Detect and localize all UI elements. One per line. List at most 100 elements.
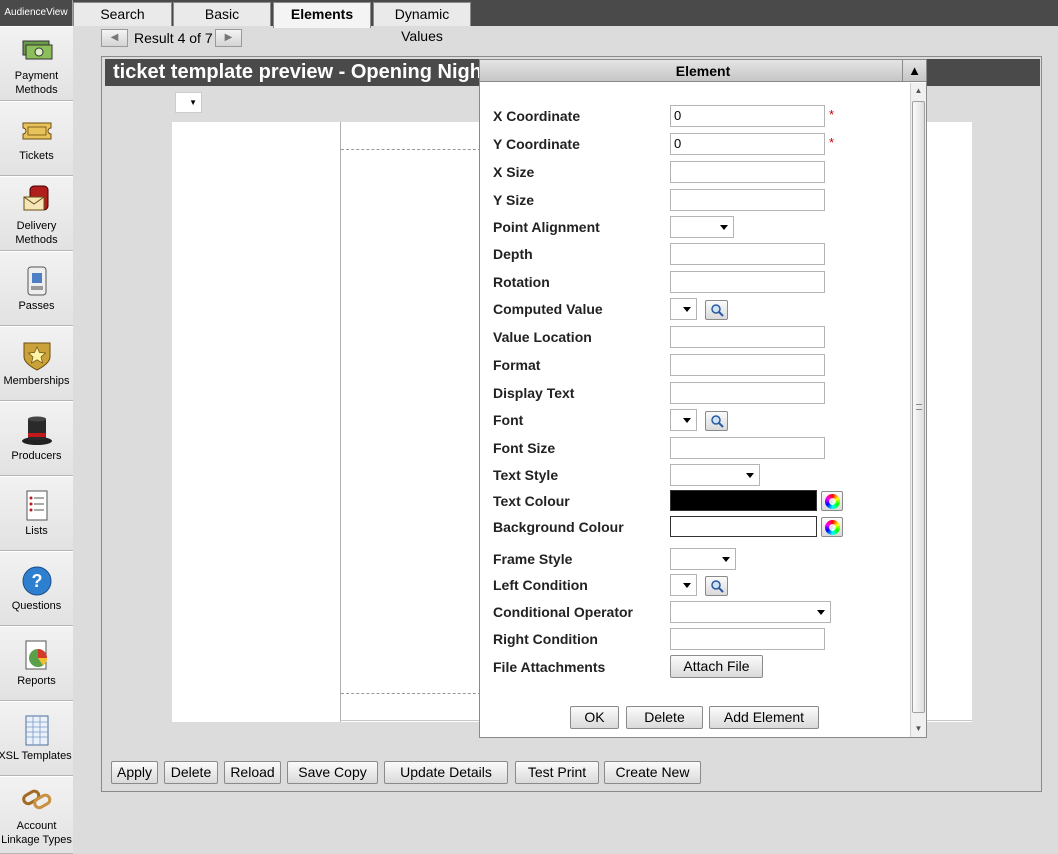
update-details-button[interactable]: Update Details	[384, 761, 508, 784]
ticket-icon	[0, 114, 73, 148]
sidebar: AudienceView Payment Methods Tickets Del…	[0, 0, 73, 854]
collapse-dialog-button[interactable]: ▲	[902, 60, 926, 82]
tab-dynamic-values[interactable]: Dynamic Values	[373, 2, 471, 44]
font-lookup-button[interactable]	[705, 411, 728, 431]
depth-label: Depth	[493, 246, 533, 262]
text-colour-swatch[interactable]	[670, 490, 817, 511]
text-colour-label: Text Colour	[493, 493, 570, 509]
conditional-operator-select[interactable]	[670, 601, 831, 623]
depth-input[interactable]	[670, 243, 825, 265]
top-hat-icon	[0, 414, 73, 448]
color-wheel-icon	[825, 520, 840, 535]
left-condition-select[interactable]	[670, 574, 697, 596]
format-label: Format	[493, 357, 541, 373]
left-condition-lookup-button[interactable]	[705, 576, 728, 596]
x-coordinate-label: X Coordinate	[493, 108, 581, 124]
y-size-label: Y Size	[493, 192, 534, 208]
add-element-button[interactable]: Add Element	[709, 706, 819, 729]
ticket-guide-line	[341, 693, 481, 694]
rotation-input[interactable]	[670, 271, 825, 293]
test-print-button[interactable]: Test Print	[515, 761, 599, 784]
scroll-down-arrow-icon[interactable]: ▼	[911, 721, 926, 737]
sidebar-item-reports[interactable]: Reports	[0, 626, 73, 701]
preview-select[interactable]: ▼	[175, 92, 202, 113]
x-coordinate-input[interactable]: 0	[670, 105, 825, 127]
attach-file-button[interactable]: Attach File	[670, 655, 763, 678]
computed-value-select[interactable]	[670, 298, 697, 320]
sidebar-item-label: Tickets	[19, 150, 54, 162]
sidebar-item-label: Lists	[25, 525, 48, 537]
y-size-input[interactable]	[670, 189, 825, 211]
value-location-input[interactable]	[670, 326, 825, 348]
next-result-button[interactable]: ▶	[215, 29, 242, 47]
delete-element-button[interactable]: Delete	[626, 706, 703, 729]
sidebar-item-passes[interactable]: Passes	[0, 251, 73, 326]
sidebar-item-label: Delivery Methods	[15, 220, 58, 246]
apply-button[interactable]: Apply	[111, 761, 158, 784]
sidebar-item-label: Account Linkage Types	[1, 820, 72, 846]
money-icon	[0, 33, 73, 67]
sidebar-item-xsl-templates[interactable]: XSL Templates	[0, 701, 73, 776]
tab-elements[interactable]: Elements	[273, 2, 371, 28]
reload-button[interactable]: Reload	[224, 761, 281, 784]
previous-result-button[interactable]: ◀	[101, 29, 128, 47]
rotation-label: Rotation	[493, 274, 550, 290]
sidebar-item-memberships[interactable]: Memberships	[0, 326, 73, 401]
font-select[interactable]	[670, 409, 697, 431]
sidebar-item-label: Passes	[18, 300, 55, 312]
dialog-scrollbar[interactable]: ▲ ▼	[910, 83, 926, 737]
tab-basic[interactable]: Basic	[173, 2, 271, 26]
font-size-input[interactable]	[670, 437, 825, 459]
sidebar-item-tickets[interactable]: Tickets	[0, 101, 73, 176]
point-alignment-label: Point Alignment	[493, 219, 600, 235]
chevron-down-icon	[683, 583, 691, 588]
sidebar-item-questions[interactable]: ? Questions	[0, 551, 73, 626]
background-colour-picker-button[interactable]	[821, 517, 843, 537]
search-icon	[711, 415, 724, 428]
format-input[interactable]	[670, 354, 825, 376]
font-label: Font	[493, 412, 524, 428]
sidebar-item-label: Reports	[17, 675, 56, 687]
tab-search[interactable]: Search	[73, 2, 172, 26]
chevron-down-icon	[683, 307, 691, 312]
text-style-label: Text Style	[493, 467, 559, 483]
display-text-input[interactable]	[670, 382, 825, 404]
sidebar-item-label: XSL Templates	[0, 750, 72, 762]
sidebar-item-label: Producers	[11, 450, 62, 462]
result-counter: Result 4 of 7	[134, 30, 213, 46]
right-condition-label: Right Condition	[493, 631, 598, 647]
scroll-thumb[interactable]	[912, 101, 925, 713]
frame-style-select[interactable]	[670, 548, 736, 570]
save-copy-button[interactable]: Save Copy	[287, 761, 378, 784]
pie-chart-icon	[0, 639, 73, 673]
search-icon	[711, 304, 724, 317]
background-colour-label: Background Colour	[493, 519, 624, 535]
sidebar-item-producers[interactable]: Producers	[0, 401, 73, 476]
x-size-input[interactable]	[670, 161, 825, 183]
tab-bar: Search Basic Elements Dynamic Values	[73, 0, 1058, 44]
y-coordinate-input[interactable]: 0	[670, 133, 825, 155]
linked-chain-icon	[0, 783, 73, 817]
text-style-select[interactable]	[670, 464, 760, 486]
sidebar-item-account-linkage-types[interactable]: Account Linkage Types	[0, 776, 73, 854]
delete-button[interactable]: Delete	[164, 761, 218, 784]
ticket-guide-line	[341, 149, 481, 150]
required-marker: *	[829, 135, 835, 150]
scroll-up-arrow-icon[interactable]: ▲	[911, 83, 926, 99]
sidebar-item-lists[interactable]: Lists	[0, 476, 73, 551]
right-condition-input[interactable]	[670, 628, 825, 650]
conditional-operator-label: Conditional Operator	[493, 604, 633, 620]
svg-text:?: ?	[31, 571, 42, 591]
ok-button[interactable]: OK	[570, 706, 619, 729]
background-colour-swatch[interactable]	[670, 516, 817, 537]
create-new-button[interactable]: Create New	[604, 761, 701, 784]
computed-value-lookup-button[interactable]	[705, 300, 728, 320]
text-colour-picker-button[interactable]	[821, 491, 843, 511]
grip-icon	[916, 404, 922, 410]
sidebar-item-payment-methods[interactable]: Payment Methods	[0, 26, 73, 101]
dialog-title: Element ▲	[480, 60, 926, 82]
sidebar-item-delivery-methods[interactable]: Delivery Methods	[0, 176, 73, 251]
computed-value-label: Computed Value	[493, 301, 603, 317]
font-size-label: Font Size	[493, 440, 556, 456]
point-alignment-select[interactable]	[670, 216, 734, 238]
